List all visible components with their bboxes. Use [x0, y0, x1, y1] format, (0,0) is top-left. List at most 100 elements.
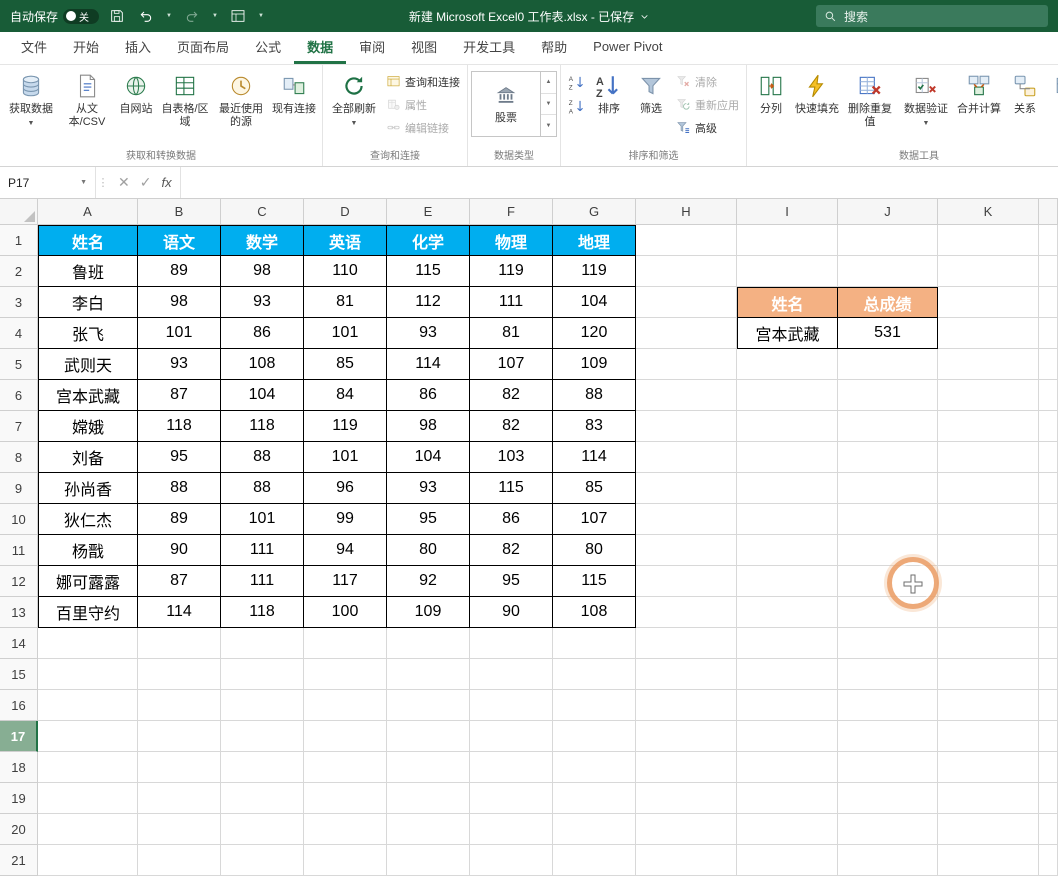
cell-I6[interactable] — [737, 380, 838, 411]
cell-F15[interactable] — [470, 659, 553, 690]
cell-D13[interactable]: 100 — [304, 597, 387, 628]
cell-B5[interactable]: 93 — [138, 349, 221, 380]
cell-I10[interactable] — [737, 504, 838, 535]
cell-K15[interactable] — [938, 659, 1039, 690]
cell-D15[interactable] — [304, 659, 387, 690]
cell-A3[interactable]: 李白 — [38, 287, 138, 318]
cell-F11[interactable]: 82 — [470, 535, 553, 566]
filter-button[interactable]: 筛选 — [630, 67, 672, 118]
cell-C14[interactable] — [221, 628, 304, 659]
cell-B19[interactable] — [138, 783, 221, 814]
cell-J9[interactable] — [838, 473, 938, 504]
cell-I1[interactable] — [737, 225, 838, 256]
cell-G8[interactable]: 114 — [553, 442, 636, 473]
cell-E15[interactable] — [387, 659, 470, 690]
tab-公式[interactable]: 公式 — [242, 32, 294, 64]
column-header-B[interactable]: B — [138, 199, 221, 225]
cell-G19[interactable] — [553, 783, 636, 814]
cell-B12[interactable]: 87 — [138, 566, 221, 597]
column-header-G[interactable]: G — [553, 199, 636, 225]
refresh-all-button[interactable]: 全部刷新 ▼ — [326, 67, 382, 131]
from-web-button[interactable]: 自网站 — [115, 67, 157, 118]
cell-J3[interactable]: 总成绩 — [838, 287, 938, 318]
stocks-gallery-item[interactable]: 股票 — [472, 72, 540, 136]
cell-G6[interactable]: 88 — [553, 380, 636, 411]
cell-G14[interactable] — [553, 628, 636, 659]
cell-A13[interactable]: 百里守约 — [38, 597, 138, 628]
row-header-5[interactable]: 5 — [0, 349, 38, 380]
cell-A6[interactable]: 宫本武藏 — [38, 380, 138, 411]
cell-B20[interactable] — [138, 814, 221, 845]
cell-F4[interactable]: 81 — [470, 318, 553, 349]
text-to-columns-button[interactable]: 分列 — [750, 67, 792, 118]
formula-input[interactable] — [180, 167, 1058, 198]
cell-G18[interactable] — [553, 752, 636, 783]
select-all-button[interactable] — [0, 199, 38, 225]
cell-C7[interactable]: 118 — [221, 411, 304, 442]
cell-D6[interactable]: 84 — [304, 380, 387, 411]
cell-K19[interactable] — [938, 783, 1039, 814]
existing-connections-button[interactable]: 现有连接 — [269, 67, 319, 118]
column-header-J[interactable]: J — [838, 199, 938, 225]
cell-D3[interactable]: 81 — [304, 287, 387, 318]
cell-A20[interactable] — [38, 814, 138, 845]
tab-数据[interactable]: 数据 — [294, 32, 347, 64]
cell-G10[interactable]: 107 — [553, 504, 636, 535]
column-header-I[interactable]: I — [737, 199, 838, 225]
cell-K16[interactable] — [938, 690, 1039, 721]
row-header-10[interactable]: 10 — [0, 504, 38, 535]
queries-connections-button[interactable]: 查询和连接 — [382, 71, 464, 92]
cell-F21[interactable] — [470, 845, 553, 876]
cell-B8[interactable]: 95 — [138, 442, 221, 473]
cell-E3[interactable]: 112 — [387, 287, 470, 318]
cell-E20[interactable] — [387, 814, 470, 845]
tab-帮助[interactable]: 帮助 — [528, 32, 580, 64]
cell-F2[interactable]: 119 — [470, 256, 553, 287]
cell-A2[interactable]: 鲁班 — [38, 256, 138, 287]
gallery-down-icon[interactable]: ▼ — [541, 92, 556, 115]
cell-H1[interactable] — [636, 225, 737, 256]
cell-K17[interactable] — [938, 721, 1039, 752]
cell-A18[interactable] — [38, 752, 138, 783]
cell-A9[interactable]: 孙尚香 — [38, 473, 138, 504]
clear-filter-button[interactable]: 清除 — [672, 71, 721, 92]
cell-I13[interactable] — [737, 597, 838, 628]
cell-A8[interactable]: 刘备 — [38, 442, 138, 473]
cell-B1[interactable]: 语文 — [138, 225, 221, 256]
cell-G7[interactable]: 83 — [553, 411, 636, 442]
cell-B14[interactable] — [138, 628, 221, 659]
row-header-18[interactable]: 18 — [0, 752, 38, 783]
cell-D20[interactable] — [304, 814, 387, 845]
cell-I20[interactable] — [737, 814, 838, 845]
row-header-21[interactable]: 21 — [0, 845, 38, 876]
undo-dropdown-icon[interactable]: ▼ — [164, 4, 174, 28]
cancel-button[interactable]: ✕ — [118, 174, 130, 191]
cell-A4[interactable]: 张飞 — [38, 318, 138, 349]
column-header-C[interactable]: C — [221, 199, 304, 225]
save-button[interactable] — [106, 4, 128, 28]
cell-D8[interactable]: 101 — [304, 442, 387, 473]
cell-I16[interactable] — [737, 690, 838, 721]
cell-E5[interactable]: 114 — [387, 349, 470, 380]
cell-C20[interactable] — [221, 814, 304, 845]
cell-G12[interactable]: 115 — [553, 566, 636, 597]
cell-C5[interactable]: 108 — [221, 349, 304, 380]
row-header-4[interactable]: 4 — [0, 318, 38, 349]
row-header-8[interactable]: 8 — [0, 442, 38, 473]
cell-I8[interactable] — [737, 442, 838, 473]
cell-E1[interactable]: 化学 — [387, 225, 470, 256]
cell-G17[interactable] — [553, 721, 636, 752]
cell-E10[interactable]: 95 — [387, 504, 470, 535]
redo-button[interactable] — [181, 4, 203, 28]
cell-K10[interactable] — [938, 504, 1039, 535]
get-data-button[interactable]: 获取数据 ▼ — [3, 67, 59, 131]
cell-D14[interactable] — [304, 628, 387, 659]
cell-G5[interactable]: 109 — [553, 349, 636, 380]
cell-C8[interactable]: 88 — [221, 442, 304, 473]
cell-E19[interactable] — [387, 783, 470, 814]
cell-F10[interactable]: 86 — [470, 504, 553, 535]
cell-J14[interactable] — [838, 628, 938, 659]
cell-H5[interactable] — [636, 349, 737, 380]
cell-H14[interactable] — [636, 628, 737, 659]
row-header-17[interactable]: 17 — [0, 721, 38, 752]
